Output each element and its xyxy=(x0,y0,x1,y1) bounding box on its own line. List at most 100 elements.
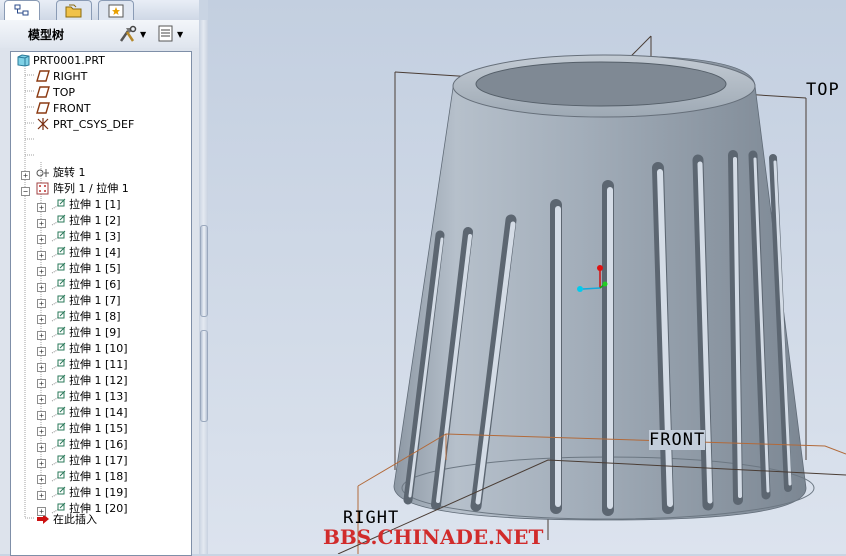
expand-toggle[interactable]: + xyxy=(37,331,46,340)
tree-item-label: 拉伸 1 [12] xyxy=(69,374,128,387)
show-menu-button[interactable]: ▼ xyxy=(158,24,183,44)
list-icon xyxy=(158,25,173,42)
expand-toggle[interactable]: + xyxy=(37,443,46,452)
tree-item-label: 拉伸 1 [11] xyxy=(69,358,128,371)
tree-item-label: 拉伸 1 [6] xyxy=(69,278,121,291)
extrude-icon xyxy=(51,293,67,307)
tree-item-label: 拉伸 1 [10] xyxy=(69,342,128,355)
expand-toggle[interactable]: + xyxy=(37,347,46,356)
model-tree-tab[interactable] xyxy=(4,0,40,21)
model-view xyxy=(337,35,846,554)
expand-toggle[interactable]: + xyxy=(21,171,30,180)
extrude-icon xyxy=(51,501,67,515)
front-datum-label[interactable]: FRONT xyxy=(649,430,706,450)
model-tree-header: 模型树 ▼ ▼ xyxy=(0,20,199,48)
extrude-icon xyxy=(51,197,67,211)
expand-toggle[interactable]: + xyxy=(37,427,46,436)
collapse-toggle[interactable]: − xyxy=(21,187,30,196)
extrude-icon xyxy=(51,277,67,291)
tree-item-extrude[interactable]: 拉伸 1 [13] xyxy=(51,388,128,404)
tree-item-csys[interactable]: PRT_CSYS_DEF xyxy=(35,116,134,132)
tree-item-extrude[interactable]: 拉伸 1 [7] xyxy=(51,292,121,308)
tree-item-top[interactable]: TOP xyxy=(35,84,75,100)
extrude-icon xyxy=(51,229,67,243)
tree-item-label: 旋转 1 xyxy=(53,166,86,179)
extrude-icon xyxy=(51,373,67,387)
tree-item-extrude[interactable]: 拉伸 1 [2] xyxy=(51,212,121,228)
expand-toggle[interactable]: + xyxy=(37,395,46,404)
tree-item-extrude[interactable]: 拉伸 1 [8] xyxy=(51,308,121,324)
tree-item-pattern[interactable]: 阵列 1 / 拉伸 1 xyxy=(35,180,129,196)
tree-item-label: RIGHT xyxy=(53,69,88,83)
tree-item-extrude[interactable]: 拉伸 1 [9] xyxy=(51,324,121,340)
tree-root-label: PRT0001.PRT xyxy=(33,53,105,67)
tree-item-extrude[interactable]: 拉伸 1 [11] xyxy=(51,356,128,372)
expand-toggle[interactable]: + xyxy=(37,507,46,516)
tree-item-extrude[interactable]: 拉伸 1 [1] xyxy=(51,196,121,212)
expand-toggle[interactable]: + xyxy=(37,203,46,212)
expand-toggle[interactable]: + xyxy=(37,459,46,468)
tree-item-revolve[interactable]: 旋转 1 xyxy=(35,164,86,180)
tree-item-label: 阵列 1 / 拉伸 1 xyxy=(53,182,129,195)
expand-toggle[interactable]: + xyxy=(37,283,46,292)
expand-toggle[interactable]: + xyxy=(37,299,46,308)
tree-item-label: 拉伸 1 [14] xyxy=(69,406,128,419)
tree-item-front[interactable]: FRONT xyxy=(35,100,91,116)
extrude-icon xyxy=(51,405,67,419)
tree-item-label: 拉伸 1 [1] xyxy=(69,198,121,211)
extrude-icon xyxy=(51,469,67,483)
tree-item-label: 拉伸 1 [8] xyxy=(69,310,121,323)
tree-item-extrude[interactable]: 拉伸 1 [15] xyxy=(51,420,128,436)
graphics-viewport[interactable]: TOP FRONT RIGHT BBS.CHINADE.NET xyxy=(208,0,846,554)
tree-item-extrude[interactable]: 拉伸 1 [10] xyxy=(51,340,128,356)
splitter-grip[interactable] xyxy=(200,330,208,422)
tree-item-extrude[interactable]: 拉伸 1 [16] xyxy=(51,436,128,452)
expand-toggle[interactable]: + xyxy=(37,235,46,244)
tree-item-extrude[interactable]: 拉伸 1 [5] xyxy=(51,260,121,276)
folder-browser-tab[interactable] xyxy=(56,0,92,20)
extrude-icon xyxy=(51,245,67,259)
tree-item-extrude[interactable]: 拉伸 1 [17] xyxy=(51,452,128,468)
splitter-grip[interactable] xyxy=(200,225,208,317)
tree-item-label: 拉伸 1 [17] xyxy=(69,454,128,467)
part-icon xyxy=(15,53,31,67)
extrude-icon xyxy=(51,485,67,499)
model-tree-panel: 模型树 ▼ ▼ PRT0001.PRT RIGHT TOP FRONT PRT_… xyxy=(0,20,200,556)
tree-item-extrude[interactable]: 拉伸 1 [3] xyxy=(51,228,121,244)
extrude-icon xyxy=(51,453,67,467)
datum-plane-icon xyxy=(35,101,51,115)
tree-item-extrude[interactable]: 拉伸 1 [18] xyxy=(51,468,128,484)
model-tree[interactable]: PRT0001.PRT RIGHT TOP FRONT PRT_CSYS_DEF… xyxy=(10,51,192,556)
expand-toggle[interactable]: + xyxy=(37,219,46,228)
expand-toggle[interactable]: + xyxy=(37,411,46,420)
extrude-icon xyxy=(51,421,67,435)
extrude-icon xyxy=(51,261,67,275)
expand-toggle[interactable]: + xyxy=(37,379,46,388)
tree-item-label: 拉伸 1 [7] xyxy=(69,294,121,307)
tree-item-label: 拉伸 1 [16] xyxy=(69,438,128,451)
expand-toggle[interactable]: + xyxy=(37,315,46,324)
tree-item-label: 拉伸 1 [13] xyxy=(69,390,128,403)
panel-title: 模型树 xyxy=(28,28,65,42)
top-datum-label[interactable]: TOP xyxy=(806,80,840,100)
expand-toggle[interactable]: + xyxy=(37,491,46,500)
tree-item-extrude[interactable]: 拉伸 1 [12] xyxy=(51,372,128,388)
expand-toggle[interactable]: + xyxy=(37,475,46,484)
tree-item-label: 拉伸 1 [2] xyxy=(69,214,121,227)
settings-menu-button[interactable]: ▼ xyxy=(118,24,146,44)
panel-splitter[interactable] xyxy=(199,20,208,554)
tree-item-extrude[interactable]: 拉伸 1 [14] xyxy=(51,404,128,420)
tools-icon xyxy=(119,25,137,42)
tree-item-extrude[interactable]: 拉伸 1 [4] xyxy=(51,244,121,260)
expand-toggle[interactable]: + xyxy=(37,267,46,276)
model-tree-icon xyxy=(14,4,29,16)
favorites-tab[interactable] xyxy=(98,0,134,20)
tree-root[interactable]: PRT0001.PRT xyxy=(15,52,105,68)
expand-toggle[interactable]: + xyxy=(37,251,46,260)
tree-item-right[interactable]: RIGHT xyxy=(35,68,87,84)
tree-item-extrude[interactable]: 拉伸 1 [6] xyxy=(51,276,121,292)
tree-item-extrude[interactable]: 拉伸 1 [20] xyxy=(51,500,128,516)
expand-toggle[interactable]: + xyxy=(37,363,46,372)
tree-item-extrude[interactable]: 拉伸 1 [19] xyxy=(51,484,128,500)
chevron-down-icon: ▼ xyxy=(140,29,147,39)
